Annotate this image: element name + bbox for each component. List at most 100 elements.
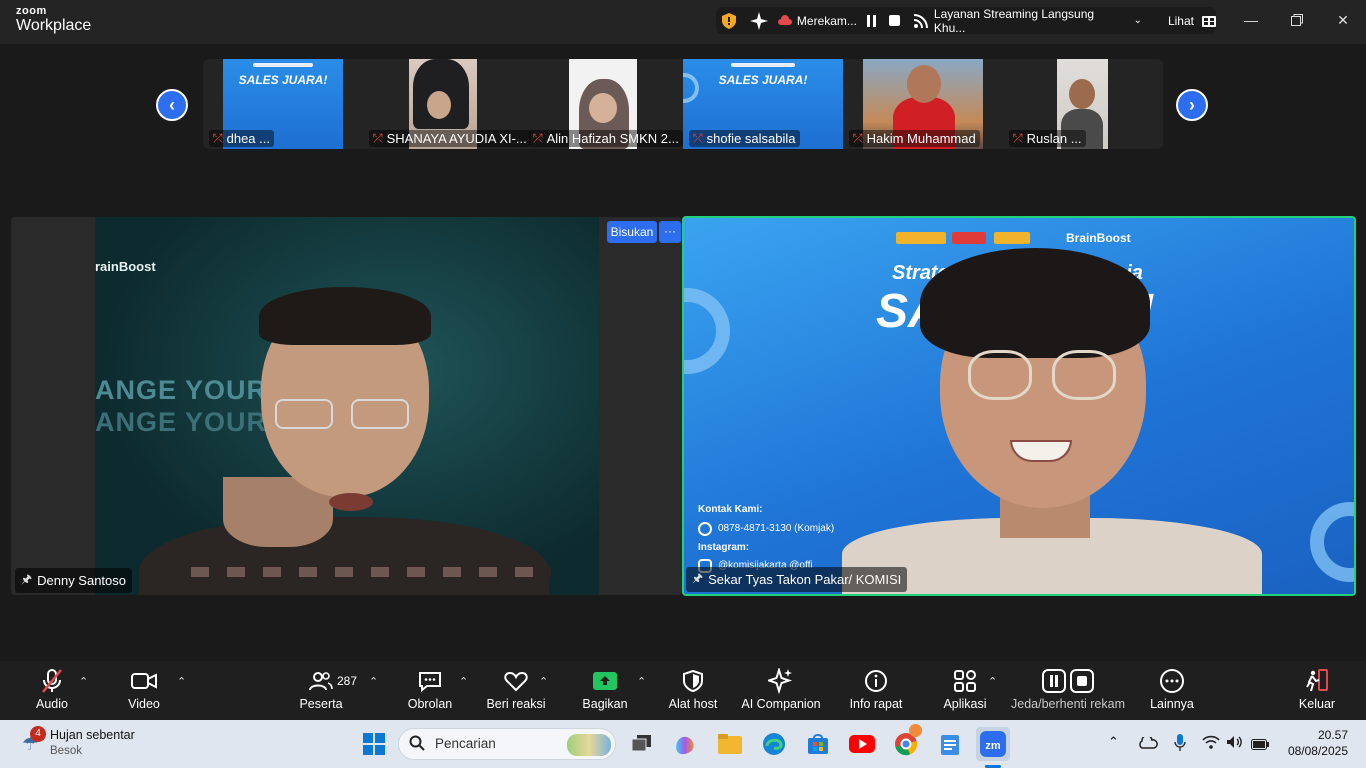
- cloud-record-icon: [777, 14, 792, 27]
- ai-sparkle-icon[interactable]: [749, 11, 768, 30]
- mic-muted-icon: [40, 667, 64, 695]
- thumbnail-container: SALES JUARA! SALES JUARA! ⤱ dhea ... ⤱ S…: [203, 59, 1163, 149]
- host-tools-label: Alat host: [668, 697, 718, 711]
- pin-icon: 🖈: [21, 572, 33, 586]
- mic-tray-icon[interactable]: [1174, 734, 1186, 757]
- meeting-toolbar: Audio ⌃ Video ⌃ Peserta 287 ⌃ Obrolan ⌃ …: [0, 661, 1366, 720]
- recording-label: Merekam...: [796, 13, 857, 28]
- view-label[interactable]: Lihat: [1168, 14, 1194, 28]
- reactions-button[interactable]: Beri reaksi: [486, 667, 546, 717]
- thumbnail-name: ⤱ Hakim Muhammad: [849, 130, 980, 147]
- people-icon: [309, 667, 333, 695]
- clock[interactable]: 20.57 08/08/2025: [1280, 728, 1348, 758]
- video-label: Video: [128, 697, 160, 711]
- audio-button[interactable]: Audio: [28, 667, 76, 717]
- pause-stop-record-icon: [1042, 667, 1094, 695]
- share-button[interactable]: Bagikan: [581, 667, 629, 717]
- weather-title: Hujan sebentar: [50, 728, 135, 742]
- recording-control-button[interactable]: Jeda/berhenti rekam: [1011, 667, 1125, 717]
- thumbnail-name: ⤱ Alin Hafizah SMKN 2...: [529, 130, 683, 147]
- info-icon: [864, 667, 888, 695]
- participants-count: 287: [337, 674, 358, 688]
- leave-button[interactable]: Keluar: [1295, 667, 1339, 717]
- zoom-app-icon[interactable]: zm: [976, 727, 1010, 761]
- video-button[interactable]: Video: [120, 667, 168, 717]
- ai-companion-button[interactable]: AI Companion: [740, 667, 822, 717]
- chrome-icon[interactable]: [892, 724, 922, 758]
- exit-icon: [1304, 667, 1330, 695]
- minimize-button[interactable]: —: [1236, 8, 1266, 32]
- apps-button[interactable]: Aplikasi: [941, 667, 989, 717]
- title-bar: zoom Workplace Merekam... Layanan Stream…: [0, 0, 1366, 44]
- mic-muted-icon: ⤱: [1013, 131, 1023, 145]
- recording-control-label: Jeda/berhenti rekam: [1011, 697, 1125, 711]
- participant-name-label: 🖈 Sekar Tyas Takon Pakar/ KOMISI: [686, 567, 908, 592]
- pause-recording-icon[interactable]: [866, 14, 877, 27]
- logo-brand-name: Workplace: [16, 17, 92, 34]
- meeting-info-button[interactable]: Info rapat: [848, 667, 904, 717]
- mic-muted-icon: ⤱: [533, 131, 543, 145]
- chat-button[interactable]: Obrolan: [406, 667, 454, 717]
- battery-icon[interactable]: [1251, 737, 1269, 755]
- edge-browser-icon[interactable]: [760, 730, 788, 758]
- apps-options-caret[interactable]: ⌃: [988, 675, 997, 688]
- video-options-caret[interactable]: ⌃: [177, 675, 186, 688]
- tile-more-button[interactable]: ···: [659, 221, 681, 243]
- tray-overflow-icon[interactable]: ⌃: [1108, 734, 1119, 750]
- reactions-label: Beri reaksi: [486, 697, 546, 711]
- leave-label: Keluar: [1298, 697, 1336, 711]
- contact-phone: 0878-4871-3130 (Komjak): [718, 523, 835, 534]
- chat-options-caret[interactable]: ⌃: [459, 675, 468, 688]
- grid-view-icon[interactable]: [1202, 14, 1216, 27]
- livestream-label[interactable]: Layanan Streaming Langsung Khu...: [934, 7, 1128, 35]
- strip-prev-button[interactable]: ‹: [156, 89, 188, 121]
- stop-recording-icon[interactable]: [888, 15, 900, 26]
- phone-icon: [698, 522, 712, 536]
- thumbnail-name: ⤱ dhea ...: [209, 130, 274, 147]
- apps-label: Aplikasi: [943, 697, 987, 711]
- chat-label: Obrolan: [407, 697, 453, 711]
- thumbnail-name: ⤱ SHANAYA AYUDIA XI-...: [369, 130, 531, 147]
- youtube-icon[interactable]: [848, 730, 876, 758]
- reactions-options-caret[interactable]: ⌃: [539, 675, 548, 688]
- clock-date: 08/08/2025: [1287, 744, 1348, 758]
- close-window-button[interactable]: ✕: [1328, 8, 1358, 32]
- more-button[interactable]: Lainnya: [1148, 667, 1196, 717]
- participant-name: Denny Santoso: [37, 573, 127, 588]
- restore-button[interactable]: [1282, 8, 1312, 32]
- video-tile-sekar[interactable]: BrainBoost Strategi asia SAL A! Kontak K…: [682, 216, 1356, 596]
- share-label: Bagikan: [582, 697, 628, 711]
- strip-next-button[interactable]: ›: [1176, 89, 1208, 121]
- notepad-icon[interactable]: [936, 730, 964, 758]
- windows-start-icon[interactable]: [360, 730, 388, 758]
- weather-badge: 4: [30, 726, 46, 742]
- share-options-caret[interactable]: ⌃: [637, 675, 646, 688]
- weather-widget[interactable]: ☂ 4 Hujan sebentar Besok: [16, 726, 176, 762]
- audio-options-caret[interactable]: ⌃: [79, 675, 88, 688]
- file-explorer-icon[interactable]: [716, 730, 744, 758]
- video-tile-denny[interactable]: rainBoost ANGE YOUR L ANGE YOUR L Bisuka…: [11, 217, 682, 595]
- chevron-down-icon[interactable]: ⌄: [1134, 15, 1142, 26]
- participants-options-caret[interactable]: ⌃: [369, 675, 378, 688]
- host-tools-button[interactable]: Alat host: [665, 667, 721, 717]
- volume-icon[interactable]: [1226, 735, 1244, 754]
- participant-name: Sekar Tyas Takon Pakar/ KOMISI: [708, 572, 902, 587]
- ms-store-icon[interactable]: [804, 730, 832, 758]
- participants-label: Peserta: [299, 697, 343, 711]
- participant-strip: ‹ SALES JUARA! SALES JUARA! ⤱ dhea ... ⤱…: [0, 44, 1366, 158]
- instagram-heading: Instagram:: [698, 542, 750, 553]
- svg-text:zm: zm: [985, 740, 1001, 752]
- thumbnail-name: ⤱ Ruslan ...: [1009, 130, 1086, 147]
- ai-sparkle-icon: [768, 667, 794, 695]
- onedrive-icon[interactable]: [1138, 734, 1158, 754]
- pin-icon: 🖈: [692, 571, 704, 585]
- ai-companion-label: AI Companion: [741, 697, 821, 711]
- mic-muted-icon: ⤱: [373, 131, 383, 145]
- taskbar-search-box[interactable]: Pencarian: [398, 728, 616, 760]
- chat-icon: [418, 667, 442, 695]
- whisper-button[interactable]: Bisukan: [607, 221, 657, 243]
- shield-icon[interactable]: [722, 12, 738, 29]
- wifi-icon[interactable]: [1202, 735, 1220, 754]
- copilot-icon[interactable]: [671, 730, 699, 758]
- task-view-icon[interactable]: [628, 730, 656, 758]
